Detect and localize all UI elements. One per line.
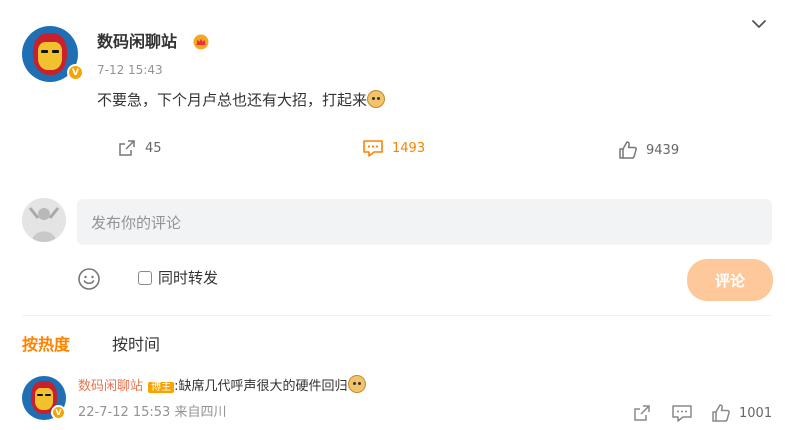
repost-option-label[interactable]: 同时转发 [158, 267, 218, 289]
share-icon [119, 140, 135, 156]
submit-comment-button[interactable]: 评论 [687, 259, 773, 301]
thumbs-up-icon [712, 404, 730, 422]
reply-text: :缺席几代呼声很大的硬件回归 [174, 379, 348, 394]
author-name[interactable]: 数码闲聊站 [97, 31, 177, 53]
chevron-down-icon[interactable] [751, 18, 767, 30]
repost-button[interactable]: 45 [117, 138, 162, 158]
post-time[interactable]: 7-12 15:43 [97, 62, 163, 78]
ironman-eye-left [41, 50, 48, 53]
comment-button[interactable]: 1493 [362, 138, 425, 158]
reply-like-count: 1001 [739, 405, 773, 421]
doge-emoji-icon [347, 375, 366, 393]
tab-sort-time[interactable]: 按时间 [112, 334, 160, 356]
comment-input-placeholder: 发布你的评论 [91, 213, 182, 232]
comment-count: 1493 [392, 140, 426, 156]
ironman-faceplate [38, 42, 62, 70]
reply-share-icon[interactable] [632, 403, 652, 423]
ironman-faceplate [35, 388, 53, 410]
ironman-eye-left [37, 394, 43, 396]
reply-author-name[interactable]: 数码闲聊站 [78, 379, 143, 394]
reply-like-button[interactable]: 1001 [711, 403, 772, 423]
reply-comment-icon[interactable] [671, 403, 693, 423]
ironman-eye-right [45, 394, 51, 396]
like-count: 9439 [646, 142, 680, 158]
emoji-picker-icon[interactable] [77, 267, 101, 291]
author-tag-badge: 博主 [148, 382, 175, 393]
comment-icon [363, 140, 383, 157]
reply-content: 数码闲聊站 博主:缺席几代呼声很大的硬件回归 [78, 375, 366, 397]
post-text: 不要急，下个月卢总也还有大招，打起来 [97, 89, 386, 111]
ironman-eye-right [52, 50, 59, 53]
reply-time-source: 22-7-12 15:53 来自四川 [78, 405, 227, 420]
current-user-avatar[interactable] [22, 198, 66, 242]
repost-count: 45 [145, 140, 162, 156]
user-photo [22, 198, 66, 242]
repost-checkbox[interactable] [138, 271, 152, 285]
section-divider [22, 315, 772, 316]
verified-badge-icon: V [51, 405, 66, 420]
crown-member-icon [193, 34, 209, 50]
doge-emoji-icon [367, 90, 386, 108]
verified-badge-icon: V [67, 64, 84, 81]
tab-sort-hot[interactable]: 按热度 [22, 334, 70, 356]
comment-input[interactable]: 发布你的评论 [77, 199, 772, 245]
like-button[interactable]: 9439 [618, 140, 679, 160]
post-text-content: 不要急，下个月卢总也还有大招，打起来 [97, 91, 368, 109]
thumbs-up-icon [619, 141, 637, 159]
